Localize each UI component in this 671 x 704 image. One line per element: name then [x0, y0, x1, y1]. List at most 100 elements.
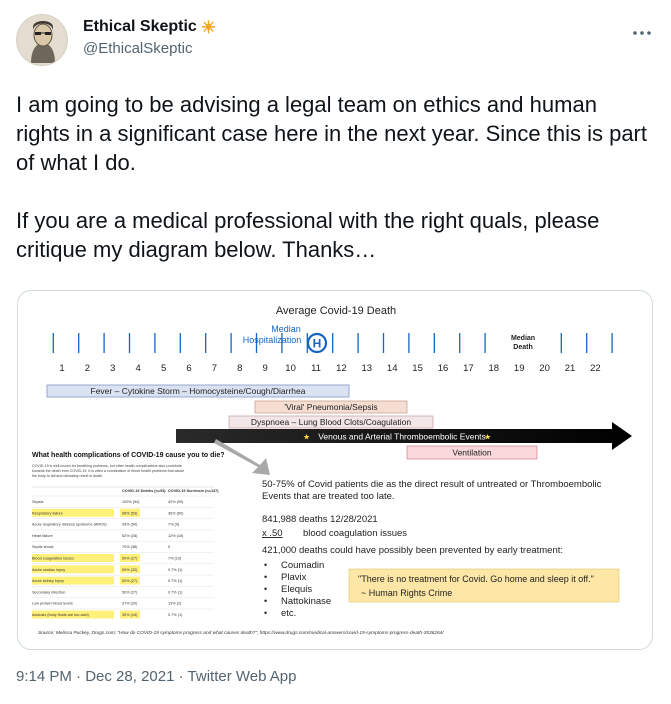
article-body-3: the body to fail and ultimately result i… [32, 474, 103, 478]
bullet-icon: • [264, 572, 267, 582]
day-number: 22 [590, 363, 601, 374]
article-body-2: towards the death from COVID-19. It is o… [32, 469, 184, 473]
tweet-source[interactable]: Twitter Web App [188, 668, 297, 685]
table-cell: 30% (16) [122, 613, 138, 617]
day-number: 10 [285, 363, 296, 374]
source-line: Source: Melissa Puckey, Drugs.com; "How … [38, 630, 444, 636]
author-handle[interactable]: @EthicalSkeptic [83, 40, 216, 57]
day-number: 5 [161, 363, 166, 374]
day-number: 2 [85, 363, 90, 374]
bullet-icon: • [264, 608, 267, 618]
table-cell: 0 [168, 545, 170, 549]
day-number: 17 [463, 363, 474, 374]
day-number: 14 [387, 363, 398, 374]
complications-table: COVID-19 Deaths (n=54) COVID-19 Survivors… [32, 486, 219, 619]
tweet-header: Ethical Skeptic ☀ @EthicalSkeptic [16, 12, 656, 72]
day-number: 15 [412, 363, 423, 374]
article-body-1: COVID-19 is well known for breathing pro… [32, 464, 182, 468]
day-number: 9 [263, 363, 268, 374]
table-cell: 50% (27) [122, 590, 138, 594]
median-death-label-1: Median [511, 335, 535, 342]
tweet-body: I am going to be advising a legal team o… [16, 90, 656, 293]
median-hosp-label-2: Hospitalization [243, 335, 302, 345]
table-cell: 37% (20) [122, 602, 138, 606]
table-cell: Acidosis (body fluids are too acid) [32, 613, 90, 617]
table-cell: 50% (27) [122, 557, 138, 561]
table-cell: 59% (32) [122, 568, 138, 572]
table-header-cell: COVID-19 Deaths (n=54) [122, 489, 166, 493]
stat-intro-line-1: 50-75% of Covid patients die as the dire… [262, 479, 602, 490]
bullet-icon: • [264, 596, 267, 606]
bar-ventilation-label: Ventilation [452, 448, 491, 458]
day-number: 12 [336, 363, 347, 374]
day-number: 3 [110, 363, 115, 374]
table-cell: 13% (2) [168, 602, 182, 606]
tweet-paragraph-2: If you are a medical professional with t… [16, 208, 600, 262]
sun-emoji-icon: ☀ [200, 17, 217, 37]
quote-attribution: ~ Human Rights Crime [361, 588, 452, 598]
table-cell: 12% (16) [168, 534, 184, 538]
bar-dyspnoea-label: Dyspnoea – Lung Blood Clots/Coagulation [251, 417, 411, 427]
table-cell: 0.7% (1) [168, 613, 183, 617]
day-number: 19 [514, 363, 525, 374]
table-cell: 0.7% (1) [168, 568, 183, 572]
table-cell: Acute respiratory distress syndrome (ARD… [32, 523, 107, 527]
table-cell: 0.7% (1) [168, 590, 183, 594]
table-cell: Secondary infection [32, 590, 65, 594]
bullet-icon: • [264, 584, 267, 594]
tweet-image-diagram[interactable]: Average Covid-19 Death 1 2 3 4 5 6 7 8 9 10 11 12 13… [17, 290, 653, 650]
tweet-paragraph-1: I am going to be advising a legal team o… [16, 92, 647, 175]
quote-text: "There is no treatment for Covid. Go hom… [358, 574, 594, 584]
diagram-title: Average Covid-19 Death [276, 305, 396, 317]
table-cell: 98% (53) [122, 511, 138, 515]
drug-item: Nattokinase [281, 596, 331, 607]
table-cell: Low protein blood levels [32, 602, 73, 606]
bar-fever-label: Fever – Cytokine Storm – Homocysteine/Co… [91, 386, 306, 396]
table-cell: Septic shock [32, 545, 54, 549]
table-cell: 36% (50) [168, 511, 184, 515]
bar-thrombo-label: Venous and Arterial Thromboembolic Event… [318, 432, 486, 442]
star-icon-right: ★ [484, 433, 491, 442]
day-number: 4 [136, 363, 141, 374]
day-number: 21 [565, 363, 576, 374]
table-cell: 52% (28) [122, 534, 138, 538]
table-cell: 70% (38) [122, 545, 138, 549]
article-title: What health complications of COVID-19 ca… [32, 452, 225, 459]
day-number: 6 [186, 363, 191, 374]
drug-list: • Coumadin • Plavix • Elequis • Nattokinase • etc… [264, 560, 331, 619]
day-number: 7 [212, 363, 217, 374]
drug-item: Coumadin [281, 560, 324, 571]
prevented-line: 421,000 deaths could have possibly been … [262, 545, 563, 556]
tweet-date[interactable]: Dec 28, 2021 [85, 668, 174, 685]
table-cell: Acute kidney injury [32, 579, 64, 583]
table-cell: Sepsis [32, 500, 43, 504]
separator-dot-2: · [178, 668, 184, 685]
timeline-day-numbers: 1 2 3 4 5 6 7 8 9 10 11 12 13 14 15 16 17 18 19 20 21 22 [59, 363, 600, 374]
more-options-icon[interactable] [632, 20, 652, 41]
bar-pneumonia-label: 'Viral' Pneumonia/Sepsis [284, 402, 377, 412]
avatar-portrait-icon [17, 15, 67, 65]
stat-intro-line-2: Events that are treated too late. [262, 491, 395, 502]
table-cell: Blood coagulation issues [32, 557, 74, 561]
table-cell: 7% (9) [168, 523, 180, 527]
bullet-icon: • [264, 560, 267, 570]
tweet-footer: 9:14 PM · Dec 28, 2021 · Twitter Web App [16, 668, 296, 685]
table-cell: 42% (59) [168, 500, 184, 504]
day-number: 1 [59, 363, 64, 374]
table-cell: 50% (27) [122, 579, 138, 583]
deaths-line: 841,988 deaths 12/28/2021 [262, 514, 378, 525]
drug-item: Plavix [281, 572, 307, 583]
tweet-time[interactable]: 9:14 PM [16, 668, 72, 685]
author-display-name[interactable]: Ethical Skeptic ☀ [83, 18, 216, 36]
table-cell: 0.7% (1) [168, 579, 183, 583]
day-number: 8 [237, 363, 242, 374]
table-cell: 93% (50) [122, 523, 138, 527]
drug-item: etc. [281, 608, 296, 619]
median-death-label-2: Death [513, 344, 532, 351]
day-number: 13 [362, 363, 373, 374]
day-number: 16 [438, 363, 449, 374]
median-hosp-label-1: Median [271, 324, 301, 334]
table-header-cell: COVID-19 Survivors (n=137) [168, 489, 219, 493]
author-avatar[interactable] [16, 14, 68, 66]
covid-timeline-diagram: Average Covid-19 Death 1 2 3 4 5 6 7 8 9 10 11 12 13… [32, 305, 632, 636]
